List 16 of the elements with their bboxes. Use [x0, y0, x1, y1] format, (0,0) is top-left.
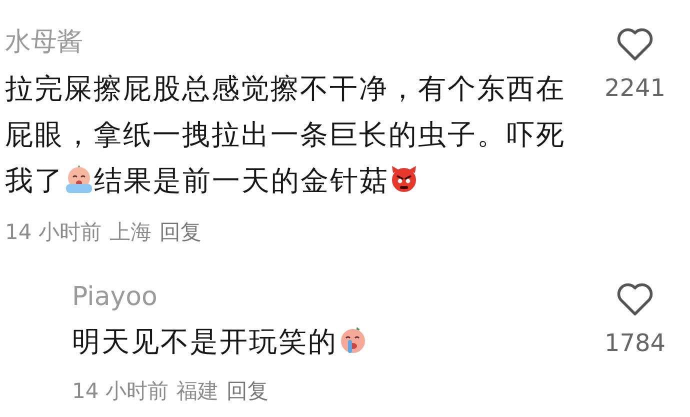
reply-link[interactable]: 回复	[159, 216, 202, 248]
location-label: 上海	[109, 219, 152, 246]
username[interactable]: Piayoo	[72, 279, 595, 315]
timestamp: 14 小时前	[72, 378, 168, 405]
reply-link[interactable]: 回复	[226, 375, 268, 407]
location-label: 福建	[176, 378, 218, 405]
heart-icon[interactable]	[616, 28, 654, 62]
timestamp: 14 小时前	[5, 219, 102, 246]
username[interactable]: 水母酱	[5, 24, 595, 60]
angry-face-icon	[389, 164, 419, 194]
like-count: 2241	[604, 73, 666, 103]
like-count: 1784	[604, 328, 666, 358]
heart-icon[interactable]	[616, 283, 654, 317]
comment-text: 明天见不是开玩笑的	[72, 319, 595, 365]
comment-text: 拉完屎擦屁股总感觉擦不干净，有个东西在屁眼，拿纸一拽拉出一条巨长的虫子。吓死我了 结果是前一天的金针菇	[5, 71, 566, 199]
crying-face-icon	[64, 164, 94, 194]
